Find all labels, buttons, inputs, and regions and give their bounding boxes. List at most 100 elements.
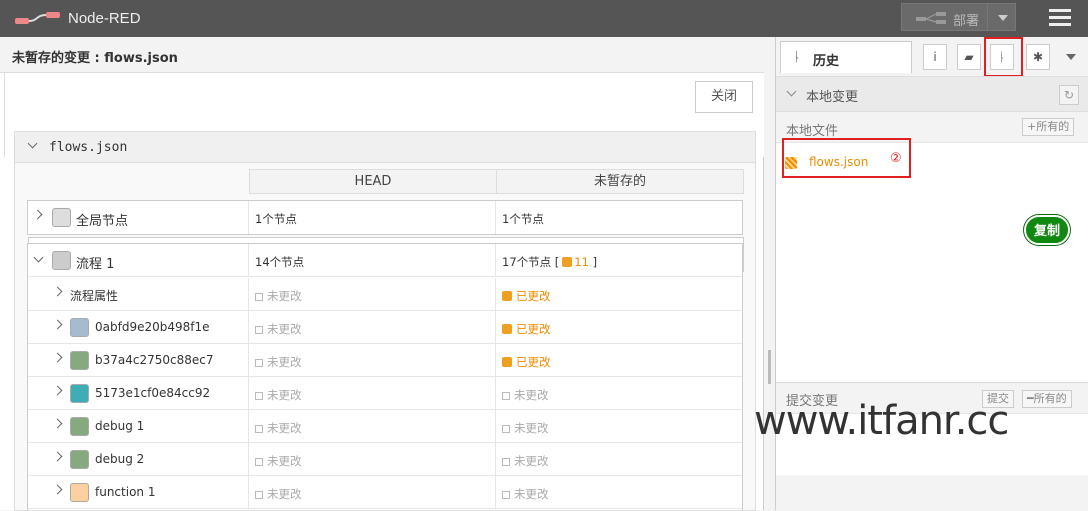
changed-status: 已更改: [502, 288, 551, 304]
unchanged-marker-icon: [255, 359, 263, 367]
table-row[interactable]: b37a4c2750c88ec7 未更改 已更改: [28, 344, 742, 377]
unchanged-marker-icon: [502, 458, 510, 466]
chevron-right-icon: [52, 286, 63, 297]
switch-icon: [70, 318, 89, 337]
unchanged-status: 未更改: [255, 321, 302, 337]
diff-file-name: flows.json: [49, 140, 128, 155]
unchanged-marker-icon: [255, 425, 263, 433]
unchanged-marker-icon: [255, 326, 263, 334]
chevron-down-icon: [786, 86, 797, 97]
info-tab-button[interactable]: i: [923, 44, 947, 70]
chevron-down-icon: [27, 138, 38, 149]
unchanged-status: 未更改: [502, 387, 549, 403]
changed-status: 已更改: [502, 354, 551, 370]
unchanged-status: 未更改: [255, 387, 302, 403]
chevron-down-icon: [33, 252, 44, 263]
local-changes-header[interactable]: 本地变更 ↻: [776, 76, 1088, 112]
node-label: b37a4c2750c88ec7: [95, 353, 214, 367]
node-label: 流程属性: [70, 289, 119, 303]
unchanged-status: 未更改: [255, 453, 302, 469]
global-nodes-label: 全局节点: [76, 214, 129, 229]
debug-tab-button[interactable]: ✱: [1026, 44, 1050, 70]
unstage-all-button[interactable]: ━所有的: [1022, 390, 1072, 408]
deploy-icon: [916, 12, 946, 24]
table-row[interactable]: 0abfd9e20b498f1e 未更改 已更改: [28, 311, 742, 344]
unchanged-status: 未更改: [255, 288, 302, 304]
debug-icon: [70, 351, 89, 370]
watermark: www.itfanr.cc: [754, 398, 1009, 444]
table-row[interactable]: debug 1 未更改 未更改: [28, 410, 742, 443]
close-button[interactable]: 关闭: [695, 81, 753, 113]
deploy-button[interactable]: 部署: [901, 3, 1016, 31]
dialog-title: 未暂存的变更 : flows.json: [12, 51, 178, 66]
unchanged-marker-icon: [502, 425, 510, 433]
debug-icon: [70, 417, 89, 436]
bug-icon: ✱: [1032, 50, 1044, 64]
branch-icon: ᚿ: [793, 50, 801, 65]
unchanged-marker-icon: [502, 491, 510, 499]
unchanged-status: 未更改: [502, 420, 549, 436]
changed-status: 已更改: [502, 321, 551, 337]
unchanged-marker-icon: [255, 491, 263, 499]
unchanged-status: 未更改: [255, 420, 302, 436]
unchanged-marker-icon: [502, 392, 510, 400]
node-label: debug 2: [95, 452, 145, 466]
file-header[interactable]: flows.json: [15, 132, 755, 163]
stage-all-button[interactable]: +所有的: [1022, 118, 1075, 136]
global-nodes-table: 全局节点 1个节点 1个节点: [27, 200, 743, 235]
node-red-logo-icon: [15, 12, 60, 24]
book-tab-button[interactable]: ▰: [957, 44, 981, 70]
flow-table: 流程 1 14个节点 17个节点 [11 ] 流程属性 未更改 已更改 0abf…: [27, 243, 743, 510]
table-row[interactable]: 流程属性 未更改 已更改: [28, 278, 742, 311]
copy-badge[interactable]: 复制: [1024, 215, 1070, 245]
chevron-right-icon: [52, 385, 63, 396]
flow-icon: [52, 251, 71, 270]
node-label: function 1: [95, 485, 156, 499]
chevron-right-icon: [52, 352, 63, 363]
local-files-list: flows.json ② 复制: [776, 138, 1088, 382]
table-row[interactable]: function 1 未更改 未更改: [28, 476, 742, 509]
node-label: 5173e1cf0e84cc92: [95, 386, 211, 400]
globe-icon: [52, 208, 71, 227]
link-icon: [70, 384, 89, 403]
refresh-button[interactable]: ↻: [1059, 85, 1079, 105]
changed-marker-icon: [562, 257, 573, 267]
changed-marker-icon: [502, 357, 512, 367]
chevron-right-icon: [52, 319, 63, 330]
chevron-right-icon: [52, 451, 63, 462]
app-title: Node-RED: [68, 10, 141, 27]
main-menu-button[interactable]: [1049, 9, 1071, 27]
unchanged-marker-icon: [255, 293, 263, 301]
changed-marker-icon: [502, 291, 512, 301]
table-row[interactable]: 全局节点 1个节点 1个节点: [28, 201, 742, 234]
unchanged-marker-icon: [255, 458, 263, 466]
unchanged-status: 未更改: [255, 486, 302, 502]
flow-row[interactable]: 流程 1 14个节点 17个节点 [11 ]: [28, 244, 742, 277]
flow-label: 流程 1: [76, 257, 115, 272]
chevron-right-icon: [52, 484, 63, 495]
table-row[interactable]: debug 2 未更改 未更改: [28, 443, 742, 476]
table-row[interactable]: 5173e1cf0e84cc92 未更改 未更改: [28, 377, 742, 410]
tab-history[interactable]: ᚿ 历史: [780, 41, 912, 73]
local-files-label: 本地文件: [786, 124, 839, 139]
deploy-dropdown-caret-icon[interactable]: [998, 15, 1008, 21]
info-icon: i: [933, 50, 937, 64]
sidebar-menu-caret-icon[interactable]: [1066, 54, 1076, 60]
splitter-handle[interactable]: [768, 350, 771, 384]
node-label: 0abfd9e20b498f1e: [95, 320, 210, 334]
column-header-head: HEAD: [249, 169, 497, 194]
unchanged-status: 未更改: [255, 354, 302, 370]
refresh-icon: ↻: [1063, 88, 1075, 102]
top-header: Node-RED 部署: [0, 0, 1088, 37]
changed-marker-icon: [502, 324, 512, 334]
unchanged-status: 未更改: [502, 453, 549, 469]
deploy-label: 部署: [953, 14, 980, 29]
node-label: debug 1: [95, 419, 145, 433]
unchanged-status: 未更改: [502, 486, 549, 502]
unchanged-marker-icon: [255, 392, 263, 400]
chevron-right-icon: [32, 209, 43, 220]
debug-icon: [70, 450, 89, 469]
dialog-title-bar: 未暂存的变更 : flows.json: [0, 37, 764, 73]
annotation-box-1: [984, 37, 1023, 77]
function-icon: [70, 483, 89, 502]
